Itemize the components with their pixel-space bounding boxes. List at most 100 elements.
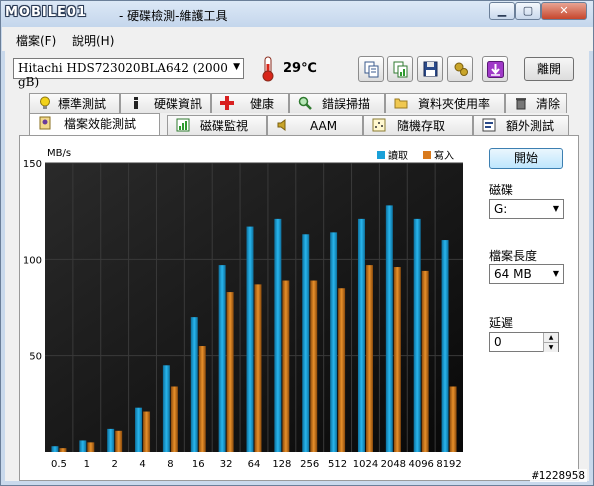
- x-tick-label: 256: [300, 459, 319, 470]
- bar-write: [170, 386, 178, 452]
- bar-write: [115, 430, 123, 452]
- trash-icon: [516, 98, 526, 110]
- x-tick-label: 512: [328, 459, 347, 470]
- y-tick-label: 150: [23, 159, 42, 170]
- tab-erase[interactable]: 清除: [505, 93, 567, 113]
- x-tick-label: 4096: [408, 459, 433, 470]
- chevron-down-icon: ▼: [552, 204, 559, 213]
- legend-label-read: 讀取: [388, 149, 408, 162]
- disk-select-value: G:: [494, 202, 508, 216]
- thermometer-icon: [262, 56, 274, 82]
- tab-folder-usage[interactable]: 資料夾使用率: [385, 93, 505, 113]
- x-tick-label: 128: [272, 459, 291, 470]
- drive-select[interactable]: Hitachi HDS723020BLA642 (2000 gB) ▼: [13, 58, 244, 89]
- tab-disk-info[interactable]: 硬碟資訊: [120, 93, 211, 113]
- bar-read: [51, 446, 59, 452]
- x-tick-label: 16: [192, 459, 205, 470]
- download-button[interactable]: [482, 56, 508, 82]
- copy-chart-icon: [393, 61, 408, 78]
- tab-aam[interactable]: AAM: [267, 115, 363, 135]
- disk-label: 磁碟: [489, 183, 514, 197]
- tab-label: 磁碟監視: [200, 119, 249, 133]
- chevron-down-icon: ▼: [233, 62, 240, 72]
- copy-chart-button[interactable]: [387, 56, 413, 82]
- copy-text-icon: [364, 61, 379, 78]
- app-window: MOBILE01 - 硬碟檢測-維護工具 ▁ ▢ ✕ 檔案(F) 說明(H) H…: [0, 0, 594, 486]
- info-icon: [134, 97, 138, 109]
- tab-label: 額外測試: [506, 119, 555, 133]
- file-length-label: 檔案長度: [489, 249, 538, 263]
- tab-extra-tests[interactable]: 額外測試: [473, 115, 569, 135]
- bar-read: [441, 240, 449, 452]
- bar-read: [218, 265, 226, 452]
- delay-label: 延遲: [489, 316, 514, 330]
- x-tick-label: 0.5: [51, 459, 67, 470]
- bar-write: [393, 267, 401, 452]
- minimize-button[interactable]: ▁: [489, 2, 515, 20]
- menu-help[interactable]: 說明(H): [72, 32, 114, 49]
- bar-read: [385, 205, 393, 452]
- bar-read: [162, 365, 170, 452]
- options-icon: [454, 62, 468, 76]
- start-button[interactable]: 開始: [489, 148, 563, 169]
- x-tick-label: 8192: [436, 459, 461, 470]
- watermark: #1228958: [530, 469, 587, 482]
- tab-file-benchmark[interactable]: 檔案效能測試: [29, 113, 160, 135]
- tab-label: 隨機存取: [397, 119, 446, 133]
- tab-label: AAM: [310, 119, 338, 133]
- tab-label: 清除: [536, 97, 561, 111]
- exit-button[interactable]: 離開: [524, 57, 574, 81]
- save-icon: [423, 61, 438, 77]
- bar-write: [254, 284, 262, 452]
- legend-label-write: 寫入: [434, 149, 454, 162]
- options-button[interactable]: [447, 56, 473, 82]
- title-bar[interactable]: MOBILE01 - 硬碟檢測-維護工具 ▁ ▢ ✕: [1, 1, 593, 27]
- transfer-rate-chart: 50 100 150 MB/s 0.5 1 2 4 8 16 32 64 128 256 512 1024 20…: [23, 148, 463, 470]
- health-icon: [220, 96, 234, 110]
- tab-standard-test[interactable]: 標準測試: [29, 93, 120, 113]
- bar-read: [357, 218, 365, 452]
- save-button[interactable]: [417, 56, 443, 82]
- folder-icon: [394, 98, 408, 109]
- tab-disk-monitor[interactable]: 磁碟監視: [167, 115, 267, 135]
- menu-file[interactable]: 檔案(F): [16, 32, 56, 49]
- bar-write: [282, 280, 290, 452]
- copy-text-button[interactable]: [358, 56, 384, 82]
- close-button[interactable]: ✕: [541, 2, 587, 20]
- bar-write: [198, 346, 206, 452]
- delay-spinner[interactable]: 0 ▲ ▼: [489, 332, 559, 352]
- chevron-down-icon: ▼: [552, 269, 559, 278]
- bar-write: [365, 265, 373, 452]
- speaker-icon: [277, 119, 286, 131]
- bar-read: [190, 317, 198, 452]
- bulb-icon: [40, 96, 50, 109]
- spin-down-icon[interactable]: ▼: [543, 342, 558, 352]
- temperature-value: 29℃: [283, 61, 317, 76]
- tab-label: 健康: [250, 97, 275, 111]
- minimize-icon: ▁: [497, 4, 507, 17]
- bar-write: [59, 448, 67, 452]
- bar-read: [413, 218, 421, 452]
- x-tick-label: 1: [84, 459, 90, 470]
- tab-health[interactable]: 健康: [211, 93, 289, 113]
- tab-random-access[interactable]: 隨機存取: [363, 115, 473, 135]
- tab-label: 標準測試: [58, 97, 107, 111]
- maximize-icon: ▢: [522, 4, 534, 17]
- x-tick-label: 8: [167, 459, 173, 470]
- disk-select[interactable]: G: ▼: [489, 199, 564, 219]
- bar-write: [87, 442, 95, 452]
- bar-write: [449, 386, 457, 452]
- file-benchmark-icon: [39, 116, 51, 130]
- spin-up-icon[interactable]: ▲: [543, 333, 558, 342]
- bar-read: [107, 428, 115, 452]
- y-tick-label: 50: [29, 352, 42, 363]
- tab-label: 檔案效能測試: [64, 117, 137, 131]
- y-axis-label: MB/s: [47, 148, 71, 159]
- extra-test-icon: [482, 118, 496, 132]
- file-length-select[interactable]: 64 MB ▼: [489, 264, 564, 284]
- legend-swatch-write: [423, 151, 431, 159]
- maximize-button[interactable]: ▢: [515, 2, 541, 20]
- bar-read: [79, 440, 87, 452]
- bar-read: [274, 218, 282, 452]
- tab-error-scan[interactable]: 錯誤掃描: [289, 93, 385, 113]
